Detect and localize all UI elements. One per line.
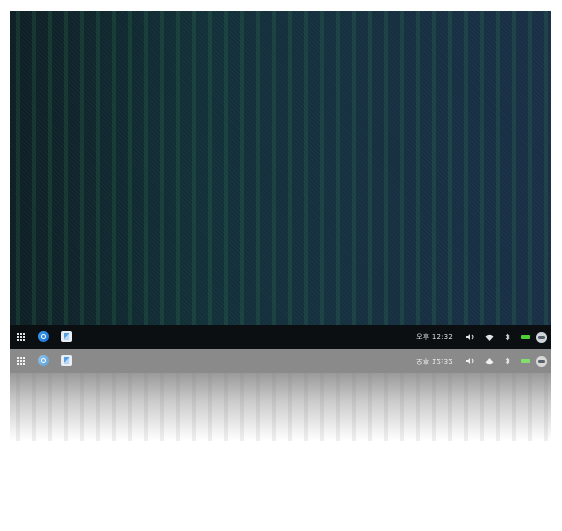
volume-icon[interactable] [462, 325, 480, 349]
reflection-wallpaper [10, 373, 551, 441]
battery-level [520, 335, 530, 339]
reflection-volume-icon [462, 349, 480, 373]
reflection-clock: 오후 12:32 [416, 357, 453, 365]
docs-app-icon[interactable] [61, 331, 72, 342]
desktop-screen: 오후 12:32 [10, 11, 551, 349]
reflection-avatar [536, 355, 547, 367]
screen-reflection: 오후 12:32 [10, 349, 551, 441]
reflection-status-tray: 오후 12:32 [416, 349, 547, 373]
reflection-shelf: 오후 12:32 [10, 349, 551, 373]
files-app-icon[interactable] [38, 331, 49, 342]
app-grid-icon[interactable] [17, 333, 25, 341]
reflection-battery-icon [516, 349, 534, 373]
shelf: 오후 12:32 [10, 325, 551, 349]
reflection-files-app-icon [38, 355, 49, 366]
clock[interactable]: 오후 12:32 [416, 332, 453, 342]
battery-icon[interactable] [516, 325, 534, 349]
bluetooth-icon[interactable] [498, 325, 516, 349]
reflection-docs-app-icon [61, 355, 72, 366]
reflection-battery-level [520, 359, 530, 363]
reflection-app-grid-icon [17, 357, 25, 365]
wifi-icon[interactable] [480, 325, 498, 349]
reflection-wifi-icon [480, 349, 498, 373]
wallpaper [10, 11, 551, 325]
page: 오후 12:32 오후 12:32 [0, 0, 562, 531]
avatar[interactable] [536, 331, 547, 343]
reflection-bluetooth-icon [498, 349, 516, 373]
status-tray[interactable]: 오후 12:32 [416, 325, 547, 349]
